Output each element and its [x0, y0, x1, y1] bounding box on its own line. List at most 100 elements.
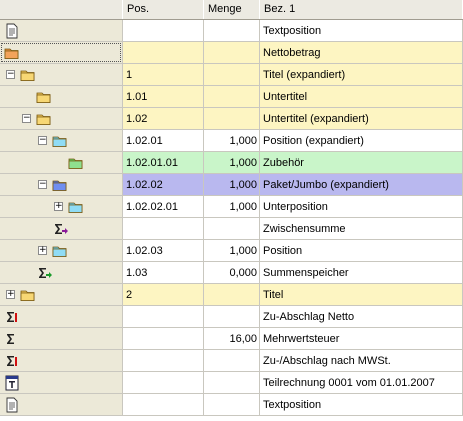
tree-cell[interactable]: − — [0, 64, 123, 86]
collapse-icon[interactable]: − — [38, 136, 47, 145]
bez-cell[interactable]: Untertitel (expandiert) — [260, 108, 463, 130]
bez-cell[interactable]: Zwischensumme — [260, 218, 463, 240]
tree-cell[interactable] — [0, 350, 123, 372]
table-row[interactable]: Teilrechnung 0001 vom 01.01.2007 — [0, 372, 463, 394]
bez-cell[interactable]: Nettobetrag — [260, 42, 463, 64]
pos-cell[interactable]: 1.03 — [123, 262, 204, 284]
menge-cell[interactable]: 1,000 — [204, 130, 260, 152]
tree-cell[interactable] — [0, 42, 123, 64]
pos-cell[interactable]: 1.02.01 — [123, 130, 204, 152]
menge-cell[interactable] — [204, 284, 260, 306]
tree-cell[interactable]: + — [0, 284, 123, 306]
expand-icon[interactable]: + — [6, 290, 15, 299]
menge-cell[interactable] — [204, 86, 260, 108]
bez-cell[interactable]: Untertitel — [260, 86, 463, 108]
table-row[interactable]: 1.03 0,000 Summenspeicher — [0, 262, 463, 284]
menge-cell[interactable] — [204, 42, 260, 64]
bez-cell[interactable]: Zu-/Abschlag nach MWSt. — [260, 350, 463, 372]
bez-cell[interactable]: Position (expandiert) — [260, 130, 463, 152]
tree-cell[interactable]: + — [0, 240, 123, 262]
table-row[interactable]: − 1.02.01 1,000 Position (expandiert) — [0, 130, 463, 152]
menge-cell[interactable] — [204, 20, 260, 42]
header-menge[interactable]: Menge — [204, 0, 260, 19]
tree-cell[interactable] — [0, 218, 123, 240]
expand-icon[interactable]: + — [54, 202, 63, 211]
tree-cell[interactable]: − — [0, 130, 123, 152]
table-row[interactable]: Nettobetrag — [0, 42, 463, 64]
table-row[interactable]: Textposition — [0, 394, 463, 416]
header-bez1[interactable]: Bez. 1 — [260, 0, 463, 19]
tree-cell[interactable] — [0, 306, 123, 328]
pos-cell[interactable] — [123, 350, 204, 372]
pos-cell[interactable]: 1.02 — [123, 108, 204, 130]
table-row[interactable]: Zu-/Abschlag nach MWSt. — [0, 350, 463, 372]
menge-cell[interactable]: 1,000 — [204, 174, 260, 196]
pos-cell[interactable] — [123, 218, 204, 240]
pos-cell[interactable] — [123, 42, 204, 64]
table-row[interactable]: 16,00 Mehrwertsteuer — [0, 328, 463, 350]
pos-cell[interactable] — [123, 394, 204, 416]
menge-cell[interactable] — [204, 306, 260, 328]
expand-icon[interactable]: + — [38, 246, 47, 255]
table-row[interactable]: − 1.02.02 1,000 Paket/Jumbo (expandiert) — [0, 174, 463, 196]
menge-cell[interactable]: 1,000 — [204, 152, 260, 174]
pos-cell[interactable] — [123, 306, 204, 328]
pos-cell[interactable]: 2 — [123, 284, 204, 306]
pos-cell[interactable] — [123, 20, 204, 42]
bez-cell[interactable]: Mehrwertsteuer — [260, 328, 463, 350]
tree-cell[interactable] — [0, 262, 123, 284]
bez-cell[interactable]: Textposition — [260, 20, 463, 42]
tree-cell[interactable]: − — [0, 108, 123, 130]
tree-cell[interactable] — [0, 86, 123, 108]
pos-cell[interactable]: 1.01 — [123, 86, 204, 108]
bez-cell[interactable]: Textposition — [260, 394, 463, 416]
pos-cell[interactable]: 1.02.02 — [123, 174, 204, 196]
table-row[interactable]: Zu-Abschlag Netto — [0, 306, 463, 328]
menge-cell[interactable] — [204, 108, 260, 130]
bez-cell[interactable]: Teilrechnung 0001 vom 01.01.2007 — [260, 372, 463, 394]
table-row[interactable]: +1.02.02.01 1,000 Unterposition — [0, 196, 463, 218]
table-row[interactable]: − 1.02 Untertitel (expandiert) — [0, 108, 463, 130]
table-row[interactable]: Zwischensumme — [0, 218, 463, 240]
bez-cell[interactable]: Titel (expandiert) — [260, 64, 463, 86]
pos-cell[interactable]: 1 — [123, 64, 204, 86]
menge-cell[interactable] — [204, 394, 260, 416]
tree-cell[interactable] — [0, 152, 123, 174]
menge-cell[interactable]: 1,000 — [204, 196, 260, 218]
bez-cell[interactable]: Unterposition — [260, 196, 463, 218]
menge-cell[interactable] — [204, 350, 260, 372]
table-row[interactable]: 1.01 Untertitel — [0, 86, 463, 108]
bez-cell[interactable]: Zubehör — [260, 152, 463, 174]
collapse-icon[interactable]: − — [22, 114, 31, 123]
bez-cell[interactable]: Titel — [260, 284, 463, 306]
menge-cell[interactable] — [204, 64, 260, 86]
table-row[interactable]: 1.02.01.01 1,000 Zubehör — [0, 152, 463, 174]
tree-cell[interactable] — [0, 20, 123, 42]
bez-cell[interactable]: Position — [260, 240, 463, 262]
pos-cell[interactable]: 1.02.02.01 — [123, 196, 204, 218]
header-tree-column[interactable] — [0, 0, 123, 19]
header-pos[interactable]: Pos. — [123, 0, 204, 19]
menge-cell[interactable]: 0,000 — [204, 262, 260, 284]
tree-cell[interactable]: + — [0, 196, 123, 218]
tree-cell[interactable] — [0, 328, 123, 350]
menge-cell[interactable] — [204, 372, 260, 394]
pos-cell[interactable] — [123, 328, 204, 350]
table-row[interactable]: − 1 Titel (expandiert) — [0, 64, 463, 86]
pos-cell[interactable]: 1.02.03 — [123, 240, 204, 262]
menge-cell[interactable] — [204, 218, 260, 240]
menge-cell[interactable]: 16,00 — [204, 328, 260, 350]
pos-cell[interactable] — [123, 372, 204, 394]
collapse-icon[interactable]: − — [6, 70, 15, 79]
table-row[interactable]: +2 Titel — [0, 284, 463, 306]
tree-cell[interactable] — [0, 372, 123, 394]
table-row[interactable]: +1.02.03 1,000 Position — [0, 240, 463, 262]
pos-cell[interactable]: 1.02.01.01 — [123, 152, 204, 174]
tree-cell[interactable]: − — [0, 174, 123, 196]
bez-cell[interactable]: Zu-Abschlag Netto — [260, 306, 463, 328]
bez-cell[interactable]: Summenspeicher — [260, 262, 463, 284]
menge-cell[interactable]: 1,000 — [204, 240, 260, 262]
tree-cell[interactable] — [0, 394, 123, 416]
table-row[interactable]: Textposition — [0, 20, 463, 42]
bez-cell[interactable]: Paket/Jumbo (expandiert) — [260, 174, 463, 196]
